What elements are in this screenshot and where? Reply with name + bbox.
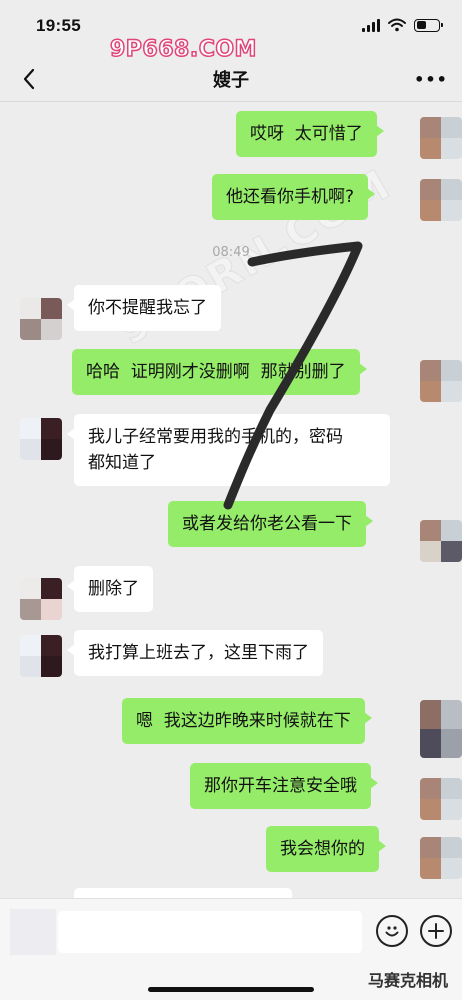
avatar-self[interactable] xyxy=(420,520,462,562)
avatar-self[interactable] xyxy=(420,117,462,159)
home-indicator[interactable] xyxy=(148,987,314,992)
emoji-icon xyxy=(385,926,399,937)
status-icons xyxy=(362,18,443,32)
status-time: 19:55 xyxy=(36,16,81,35)
message-bubble-out[interactable]: 那你开车注意安全哦 xyxy=(190,763,378,809)
message-bubble-in[interactable]: 你不提醒我忘了 xyxy=(67,285,221,331)
emoji-button[interactable] xyxy=(376,915,408,947)
nav-bar: 嫂子 ••• xyxy=(0,56,462,102)
chat-title: 嫂子 xyxy=(213,70,249,91)
input-bar: 马赛克相机 xyxy=(0,898,462,1000)
message-bubble-in[interactable]: 我儿子经常要用我的手机的，密码 都知道了 xyxy=(67,414,390,486)
avatar-contact[interactable] xyxy=(20,635,62,677)
wifi-icon xyxy=(388,18,406,32)
message-bubble-out[interactable]: 或者发给你老公看一下 xyxy=(168,501,373,547)
add-button[interactable] xyxy=(420,915,452,947)
voice-button-blurred[interactable] xyxy=(10,909,56,955)
message-bubble-in[interactable]: 删除了 xyxy=(67,566,153,612)
message-bubble-in[interactable]: 我打算上班去了，这里下雨了 xyxy=(67,630,323,676)
avatar-self[interactable] xyxy=(420,778,462,820)
more-button[interactable]: ••• xyxy=(414,66,448,92)
message-bubble-out[interactable]: 哎呀 太可惜了 xyxy=(236,111,384,157)
watermark-bottom: 马赛克相机 xyxy=(367,971,448,990)
avatar-contact[interactable] xyxy=(20,298,62,340)
plus-circle-icon xyxy=(428,923,444,939)
chat-area[interactable]: 9PORN.COM 08:49 哎呀 太可惜了 他还看你手机啊? 你不提醒我忘了… xyxy=(0,102,462,908)
more-dots-icon: ••• xyxy=(414,69,448,89)
message-bubble-out[interactable]: 哈哈 证明刚才没删啊 那就别删了 xyxy=(72,349,367,395)
avatar-self[interactable] xyxy=(420,179,462,221)
message-bubble-out[interactable]: 我会想你的 xyxy=(266,826,386,872)
avatar-contact[interactable] xyxy=(20,578,62,620)
message-input[interactable] xyxy=(58,911,362,953)
avatar-contact[interactable] xyxy=(20,418,62,460)
battery-icon xyxy=(414,18,443,32)
avatar-self[interactable] xyxy=(420,360,462,402)
message-bubble-out[interactable]: 他还看你手机啊? xyxy=(212,174,376,220)
avatar-self[interactable] xyxy=(420,700,462,758)
signal-icon xyxy=(362,18,380,32)
message-bubble-out[interactable]: 嗯 我这边昨晚来时候就在下 xyxy=(122,698,372,744)
chat-timestamp: 08:49 xyxy=(212,245,250,260)
battery-fill xyxy=(416,21,426,29)
avatar-self[interactable] xyxy=(420,837,462,879)
